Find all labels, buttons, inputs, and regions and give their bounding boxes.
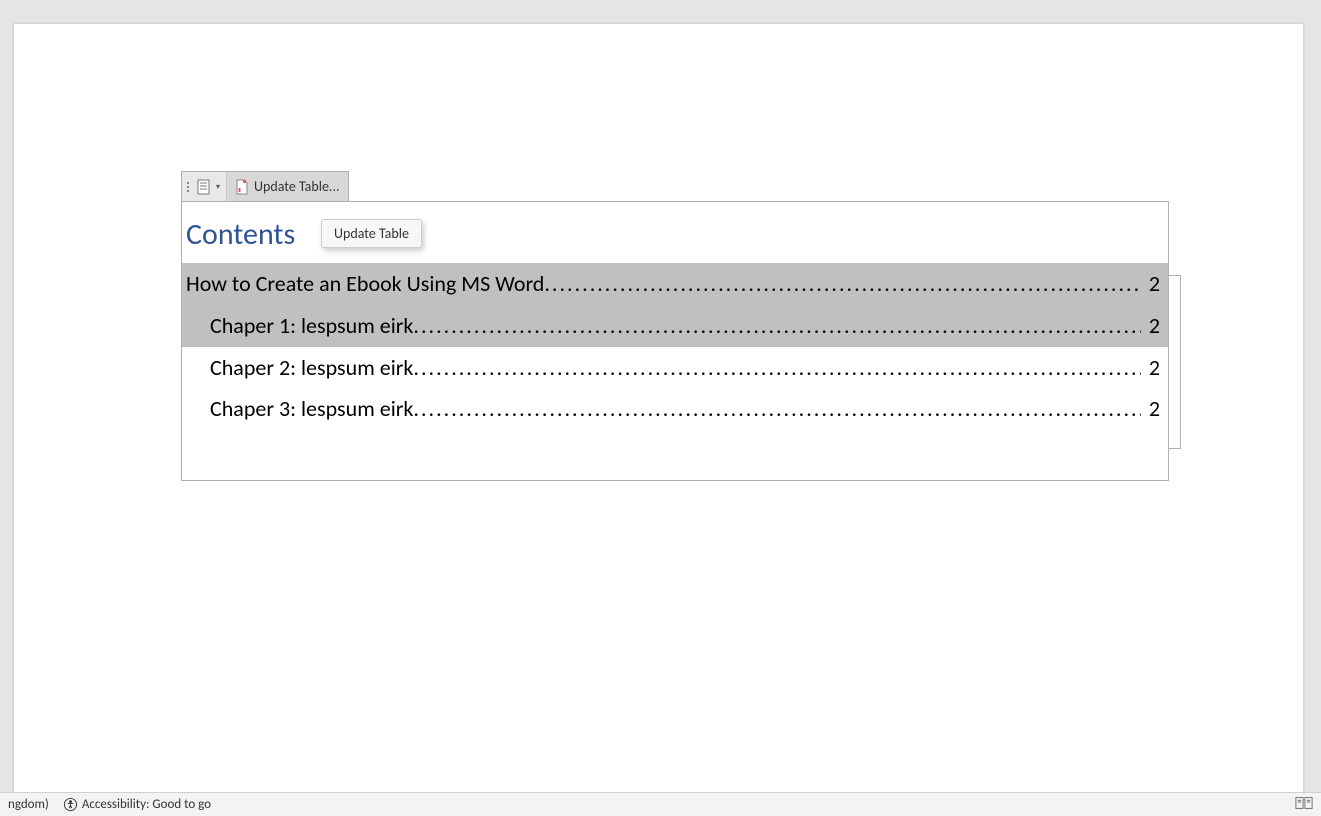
toc-entry[interactable]: How to Create an Ebook Using MS Word 2 bbox=[182, 263, 1168, 305]
toolbar-grip[interactable] bbox=[182, 172, 190, 201]
update-page-icon bbox=[235, 179, 249, 195]
toc-leader bbox=[413, 305, 1140, 347]
update-table-label: Update Table... bbox=[254, 178, 340, 195]
toc-entry-label: Chaper 3: lespsum eirk bbox=[210, 388, 413, 430]
toc-leader bbox=[413, 388, 1140, 430]
toc-style-menu[interactable]: ▾ bbox=[190, 172, 227, 201]
update-table-tooltip: Update Table bbox=[321, 219, 422, 248]
toc-document-icon bbox=[196, 179, 212, 195]
toc-leader bbox=[544, 263, 1140, 305]
document-page: ▾ Update Table... Update Table Contents … bbox=[14, 24, 1303, 792]
toc-entry[interactable]: Chaper 1: lespsum eirk 2 bbox=[182, 305, 1168, 347]
toc-entry-label: Chaper 1: lespsum eirk bbox=[210, 305, 413, 347]
chevron-down-icon: ▾ bbox=[216, 182, 220, 192]
toc-page-number: 2 bbox=[1145, 388, 1160, 430]
status-bar: ngdom) Accessibility: Good to go bbox=[0, 792, 1321, 816]
toc-page-number: 2 bbox=[1145, 305, 1160, 347]
toc-entry[interactable]: Chaper 2: lespsum eirk 2 bbox=[182, 347, 1168, 389]
update-table-button[interactable]: Update Table... bbox=[227, 172, 348, 201]
status-accessibility[interactable]: Accessibility: Good to go bbox=[63, 797, 211, 812]
toc-mini-toolbar: ▾ Update Table... bbox=[181, 171, 349, 201]
read-mode-icon bbox=[1295, 796, 1313, 810]
status-language[interactable]: ngdom) bbox=[8, 797, 49, 812]
read-mode-button[interactable] bbox=[1295, 796, 1313, 814]
toc-entry-label: How to Create an Ebook Using MS Word bbox=[186, 263, 544, 305]
toc-selection-notch bbox=[1169, 275, 1181, 449]
toc-entry-label: Chaper 2: lespsum eirk bbox=[210, 347, 413, 389]
accessibility-icon bbox=[63, 797, 78, 812]
toc-entry[interactable]: Chaper 3: lespsum eirk 2 bbox=[182, 388, 1168, 430]
toc-page-number: 2 bbox=[1145, 347, 1160, 389]
toc-page-number: 2 bbox=[1145, 263, 1160, 305]
toc-leader bbox=[413, 347, 1140, 389]
